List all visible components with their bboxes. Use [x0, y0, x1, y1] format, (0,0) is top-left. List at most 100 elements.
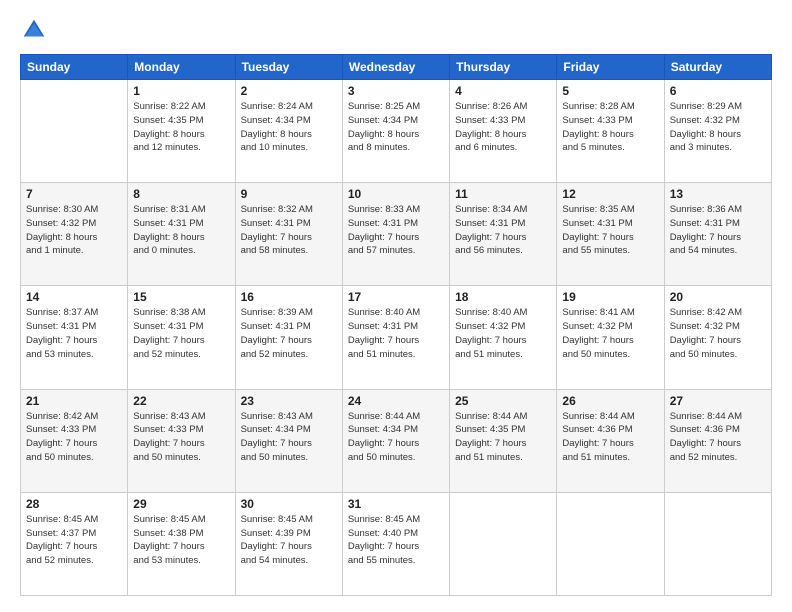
- day-number: 18: [455, 290, 551, 304]
- day-number: 17: [348, 290, 444, 304]
- day-number: 15: [133, 290, 229, 304]
- calendar-cell: 5 Sunrise: 8:28 AMSunset: 4:33 PMDaylight…: [557, 80, 664, 183]
- day-info: Sunrise: 8:43 AMSunset: 4:34 PMDaylight:…: [241, 410, 337, 465]
- calendar-header-row: SundayMondayTuesdayWednesdayThursdayFrid…: [21, 55, 772, 80]
- calendar-header-saturday: Saturday: [664, 55, 771, 80]
- day-info: Sunrise: 8:42 AMSunset: 4:32 PMDaylight:…: [670, 306, 766, 361]
- calendar-cell: 18 Sunrise: 8:40 AMSunset: 4:32 PMDayligh…: [450, 286, 557, 389]
- day-info: Sunrise: 8:34 AMSunset: 4:31 PMDaylight:…: [455, 203, 551, 258]
- logo-icon: [20, 16, 48, 44]
- day-info: Sunrise: 8:39 AMSunset: 4:31 PMDaylight:…: [241, 306, 337, 361]
- day-number: 22: [133, 394, 229, 408]
- calendar-cell: 13 Sunrise: 8:36 AMSunset: 4:31 PMDayligh…: [664, 183, 771, 286]
- day-info: Sunrise: 8:26 AMSunset: 4:33 PMDaylight:…: [455, 100, 551, 155]
- day-info: Sunrise: 8:28 AMSunset: 4:33 PMDaylight:…: [562, 100, 658, 155]
- calendar-cell: 4Sunrise: 8:26 AMSunset: 4:33 PMDaylight…: [450, 80, 557, 183]
- day-info: Sunrise: 8:29 AMSunset: 4:32 PMDaylight:…: [670, 100, 766, 155]
- calendar-cell: 12 Sunrise: 8:35 AMSunset: 4:31 PMDayligh…: [557, 183, 664, 286]
- day-number: 16: [241, 290, 337, 304]
- day-info: Sunrise: 8:44 AMSunset: 4:36 PMDaylight:…: [562, 410, 658, 465]
- calendar-cell: [450, 492, 557, 595]
- header: [20, 16, 772, 44]
- calendar-cell: 27Sunrise: 8:44 AMSunset: 4:36 PMDayligh…: [664, 389, 771, 492]
- day-info: Sunrise: 8:45 AMSunset: 4:39 PMDaylight:…: [241, 513, 337, 568]
- calendar-week-3: 14 Sunrise: 8:37 AMSunset: 4:31 PMDayligh…: [21, 286, 772, 389]
- calendar-week-2: 7Sunrise: 8:30 AMSunset: 4:32 PMDaylight…: [21, 183, 772, 286]
- day-info: Sunrise: 8:35 AMSunset: 4:31 PMDaylight:…: [562, 203, 658, 258]
- day-info: Sunrise: 8:45 AMSunset: 4:37 PMDaylight:…: [26, 513, 122, 568]
- day-info: Sunrise: 8:22 AMSunset: 4:35 PMDaylight:…: [133, 100, 229, 155]
- day-info: Sunrise: 8:32 AMSunset: 4:31 PMDaylight:…: [241, 203, 337, 258]
- calendar-week-1: 1 Sunrise: 8:22 AMSunset: 4:35 PMDaylight…: [21, 80, 772, 183]
- day-info: Sunrise: 8:24 AMSunset: 4:34 PMDaylight:…: [241, 100, 337, 155]
- day-number: 1: [133, 84, 229, 98]
- day-number: 14: [26, 290, 122, 304]
- calendar-table: SundayMondayTuesdayWednesdayThursdayFrid…: [20, 54, 772, 596]
- day-number: 23: [241, 394, 337, 408]
- day-number: 11: [455, 187, 551, 201]
- calendar-header-monday: Monday: [128, 55, 235, 80]
- calendar-cell: [21, 80, 128, 183]
- day-number: 9: [241, 187, 337, 201]
- calendar-cell: 14 Sunrise: 8:37 AMSunset: 4:31 PMDayligh…: [21, 286, 128, 389]
- day-number: 26: [562, 394, 658, 408]
- day-number: 21: [26, 394, 122, 408]
- day-number: 8: [133, 187, 229, 201]
- day-number: 30: [241, 497, 337, 511]
- day-info: Sunrise: 8:43 AMSunset: 4:33 PMDaylight:…: [133, 410, 229, 465]
- calendar-cell: 31Sunrise: 8:45 AMSunset: 4:40 PMDayligh…: [342, 492, 449, 595]
- day-number: 5: [562, 84, 658, 98]
- day-number: 20: [670, 290, 766, 304]
- calendar-cell: [664, 492, 771, 595]
- day-info: Sunrise: 8:44 AMSunset: 4:35 PMDaylight:…: [455, 410, 551, 465]
- day-info: Sunrise: 8:41 AMSunset: 4:32 PMDaylight:…: [562, 306, 658, 361]
- calendar-cell: 10 Sunrise: 8:33 AMSunset: 4:31 PMDayligh…: [342, 183, 449, 286]
- calendar-header-sunday: Sunday: [21, 55, 128, 80]
- day-info: Sunrise: 8:44 AMSunset: 4:36 PMDaylight:…: [670, 410, 766, 465]
- day-number: 25: [455, 394, 551, 408]
- calendar-cell: 21 Sunrise: 8:42 AMSunset: 4:33 PMDayligh…: [21, 389, 128, 492]
- day-number: 28: [26, 497, 122, 511]
- day-number: 12: [562, 187, 658, 201]
- calendar-header-wednesday: Wednesday: [342, 55, 449, 80]
- calendar-cell: 9 Sunrise: 8:32 AMSunset: 4:31 PMDaylight…: [235, 183, 342, 286]
- day-number: 19: [562, 290, 658, 304]
- calendar-cell: 26 Sunrise: 8:44 AMSunset: 4:36 PMDayligh…: [557, 389, 664, 492]
- calendar-cell: [557, 492, 664, 595]
- day-info: Sunrise: 8:44 AMSunset: 4:34 PMDaylight:…: [348, 410, 444, 465]
- calendar-cell: 2 Sunrise: 8:24 AMSunset: 4:34 PMDaylight…: [235, 80, 342, 183]
- calendar-week-5: 28 Sunrise: 8:45 AMSunset: 4:37 PMDayligh…: [21, 492, 772, 595]
- day-info: Sunrise: 8:33 AMSunset: 4:31 PMDaylight:…: [348, 203, 444, 258]
- day-info: Sunrise: 8:40 AMSunset: 4:32 PMDaylight:…: [455, 306, 551, 361]
- day-info: Sunrise: 8:42 AMSunset: 4:33 PMDaylight:…: [26, 410, 122, 465]
- day-info: Sunrise: 8:36 AMSunset: 4:31 PMDaylight:…: [670, 203, 766, 258]
- calendar-cell: 17 Sunrise: 8:40 AMSunset: 4:31 PMDayligh…: [342, 286, 449, 389]
- calendar-cell: 19 Sunrise: 8:41 AMSunset: 4:32 PMDayligh…: [557, 286, 664, 389]
- calendar-cell: 29Sunrise: 8:45 AMSunset: 4:38 PMDayligh…: [128, 492, 235, 595]
- day-number: 2: [241, 84, 337, 98]
- calendar-header-friday: Friday: [557, 55, 664, 80]
- calendar-week-4: 21 Sunrise: 8:42 AMSunset: 4:33 PMDayligh…: [21, 389, 772, 492]
- calendar-cell: 3Sunrise: 8:25 AMSunset: 4:34 PMDaylight…: [342, 80, 449, 183]
- day-info: Sunrise: 8:40 AMSunset: 4:31 PMDaylight:…: [348, 306, 444, 361]
- calendar-cell: 8Sunrise: 8:31 AMSunset: 4:31 PMDaylight…: [128, 183, 235, 286]
- logo: [20, 16, 52, 44]
- day-info: Sunrise: 8:38 AMSunset: 4:31 PMDaylight:…: [133, 306, 229, 361]
- calendar-cell: 16 Sunrise: 8:39 AMSunset: 4:31 PMDayligh…: [235, 286, 342, 389]
- calendar-cell: 1 Sunrise: 8:22 AMSunset: 4:35 PMDaylight…: [128, 80, 235, 183]
- day-number: 10: [348, 187, 444, 201]
- calendar-cell: 7Sunrise: 8:30 AMSunset: 4:32 PMDaylight…: [21, 183, 128, 286]
- calendar-cell: 11 Sunrise: 8:34 AMSunset: 4:31 PMDayligh…: [450, 183, 557, 286]
- day-number: 24: [348, 394, 444, 408]
- calendar-cell: 6Sunrise: 8:29 AMSunset: 4:32 PMDaylight…: [664, 80, 771, 183]
- calendar-cell: 15 Sunrise: 8:38 AMSunset: 4:31 PMDayligh…: [128, 286, 235, 389]
- day-info: Sunrise: 8:30 AMSunset: 4:32 PMDaylight:…: [26, 203, 122, 258]
- calendar-cell: 23 Sunrise: 8:43 AMSunset: 4:34 PMDayligh…: [235, 389, 342, 492]
- day-info: Sunrise: 8:45 AMSunset: 4:40 PMDaylight:…: [348, 513, 444, 568]
- calendar-header-tuesday: Tuesday: [235, 55, 342, 80]
- day-number: 29: [133, 497, 229, 511]
- day-info: Sunrise: 8:37 AMSunset: 4:31 PMDaylight:…: [26, 306, 122, 361]
- calendar-cell: 24 Sunrise: 8:44 AMSunset: 4:34 PMDayligh…: [342, 389, 449, 492]
- day-info: Sunrise: 8:25 AMSunset: 4:34 PMDaylight:…: [348, 100, 444, 155]
- day-number: 13: [670, 187, 766, 201]
